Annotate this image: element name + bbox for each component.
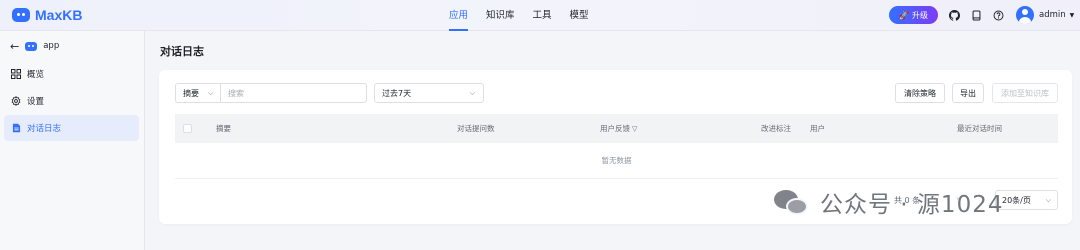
column-summary: 摘要: [216, 124, 231, 133]
page-title: 对话日志: [160, 45, 204, 58]
add-to-knowledge-button[interactable]: 添加至知识库: [992, 83, 1058, 103]
column-label: 用户反馈: [600, 124, 630, 133]
maxkb-logo-icon: [12, 8, 30, 22]
column-improvement-mark: 改进标注: [761, 124, 791, 133]
sidebar-item-label: 对话日志: [27, 124, 62, 134]
filter-field-value: 摘要: [183, 88, 199, 98]
wechat-logo-icon: [772, 186, 814, 218]
sidebar: ← app 概览 设置 对话日志: [0, 31, 145, 250]
username: admin: [1039, 10, 1066, 20]
empty-state-text: 暂无数据: [175, 143, 1058, 179]
date-range-value: 过去7天: [382, 88, 412, 98]
app-header: ← app: [10, 39, 59, 53]
column-user: 用户: [810, 124, 825, 133]
user-menu[interactable]: admin ▼: [1016, 6, 1074, 24]
nav-item-tools[interactable]: 工具: [533, 0, 552, 31]
column-user-feedback[interactable]: 用户反馈 ▽: [600, 114, 637, 143]
brand-logo[interactable]: MaxKB: [12, 7, 82, 23]
sidebar-item-label: 设置: [27, 97, 45, 107]
grid-icon: [11, 69, 21, 79]
nav-item-apps[interactable]: 应用: [449, 0, 469, 31]
app-name: app: [43, 41, 60, 51]
sidebar-item-chat-log[interactable]: 对话日志: [4, 115, 139, 141]
column-question-count: 对话提问数: [457, 124, 495, 133]
gear-icon: [11, 96, 21, 106]
chevron-down-icon: ⌵: [1045, 195, 1051, 204]
nav-item-knowledge[interactable]: 知识库: [486, 0, 515, 31]
upgrade-label: 升级: [911, 10, 928, 20]
github-icon[interactable]: [948, 9, 960, 21]
sidebar-item-settings[interactable]: 设置: [4, 88, 139, 114]
file-icon: [11, 123, 21, 133]
chevron-down-icon: ⌵: [469, 88, 475, 97]
sidebar-item-label: 概览: [27, 70, 45, 80]
watermark-text: 公众号 · 源1024: [820, 192, 1004, 218]
top-bar: MaxKB 应用 知识库 工具 模型 🚀 升级 admin ▼: [0, 0, 1080, 31]
clear-policy-button[interactable]: 清除策略: [895, 83, 945, 103]
back-arrow-icon[interactable]: ←: [10, 40, 19, 53]
page-size-value: 20条/页: [1002, 195, 1031, 205]
select-all-checkbox[interactable]: [183, 124, 192, 133]
export-button[interactable]: 导出: [952, 83, 984, 103]
avatar: [1016, 6, 1034, 24]
search-input[interactable]: [220, 83, 367, 103]
table-header: 摘要 对话提问数 用户反馈 ▽ 改进标注 用户 最近对话时间: [175, 114, 1058, 143]
brand-name: MaxKB: [35, 7, 83, 23]
app-logo-icon: [25, 41, 38, 51]
document-icon[interactable]: [970, 9, 982, 21]
filter-funnel-icon[interactable]: ▽: [632, 125, 637, 133]
nav-item-models[interactable]: 模型: [570, 0, 589, 31]
date-range-select[interactable]: 过去7天 ⌵: [374, 83, 484, 103]
rocket-icon: 🚀: [899, 10, 909, 20]
sidebar-item-overview[interactable]: 概览: [4, 61, 139, 87]
caret-down-icon: ▼: [1069, 11, 1075, 19]
column-last-chat-time: 最近对话时间: [957, 124, 1002, 133]
chevron-down-icon: ⌵: [208, 88, 214, 97]
wechat-watermark: 公众号 · 源1024: [772, 185, 1003, 219]
help-icon[interactable]: [992, 9, 1004, 21]
filter-field-select[interactable]: 摘要 ⌵: [175, 83, 221, 103]
page-size-select[interactable]: 20条/页 ⌵: [995, 190, 1058, 210]
main-nav: 应用 知识库 工具 模型: [449, 0, 607, 31]
upgrade-button[interactable]: 🚀 升级: [889, 6, 938, 24]
